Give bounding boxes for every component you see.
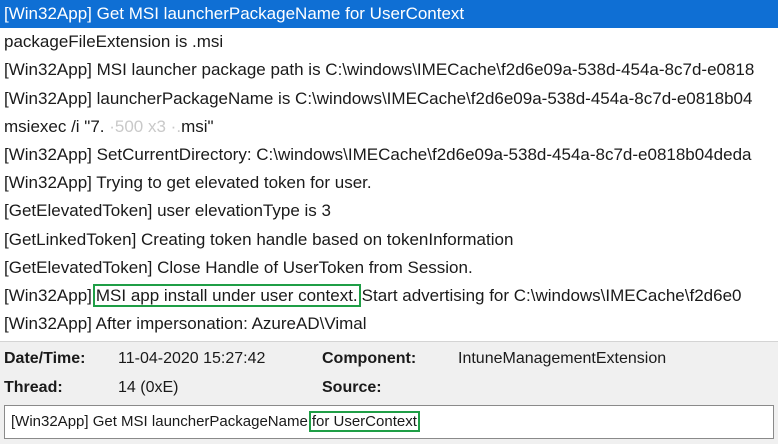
datetime-value: 11-04-2020 15:27:42 — [118, 350, 266, 367]
log-line-text-suffix: Start advertising for C:\windows\IMECach… — [361, 285, 742, 305]
component-value: IntuneManagementExtension — [458, 350, 667, 367]
log-line[interactable]: [Win32App] MSI app install under user con… — [0, 282, 778, 310]
log-line-text-suffix: msi" — [181, 116, 214, 136]
log-line-selected[interactable]: [Win32App] Get MSI launcherPackageName f… — [0, 0, 778, 29]
log-line-text: [GetLinkedToken] Creating token handle b… — [4, 229, 514, 249]
log-line[interactable]: [GetLinkedToken] Creating token handle b… — [0, 226, 778, 254]
log-line[interactable]: [GetElevatedToken] Close Handle of UserT… — [0, 254, 778, 282]
log-line-text: [Win32App] MSI launcher package path is … — [4, 60, 755, 80]
log-line-text: [GetElevatedToken] Close Handle of UserT… — [4, 257, 473, 277]
log-line[interactable]: [GetElevatedToken] user elevationType is… — [0, 197, 778, 225]
message-text: [Win32App] Get MSI launcherPackageName — [11, 413, 308, 430]
log-line[interactable]: msiexec /i "7. ·500 x3 ·.msi" — [0, 113, 778, 141]
log-list[interactable]: [Win32App] Get MSI launcherPackageName f… — [0, 0, 778, 341]
thread-value: 14 (0xE) — [118, 379, 179, 396]
thread-label: Thread: — [4, 379, 63, 396]
log-line-text: [Win32App] SetCurrentDirectory: C:\windo… — [4, 144, 752, 164]
log-line[interactable]: [Win32App] launcherPackageName is C:\win… — [0, 85, 778, 113]
highlight-box: for UserContext — [308, 411, 420, 432]
log-line[interactable]: packageFileExtension is .msi — [0, 28, 778, 56]
log-line[interactable]: [Win32App] SetCurrentDirectory: C:\windo… — [0, 141, 778, 169]
log-line-text-prefix: [Win32App] — [4, 285, 92, 305]
log-line[interactable]: [Win32App] MSI launcher package path is … — [0, 56, 778, 84]
component-label: Component: — [322, 350, 417, 367]
highlight-box: MSI app install under user context. — [92, 283, 361, 307]
log-line-text: [Win32App] launcherPackageName is C:\win… — [4, 88, 753, 108]
log-line[interactable]: [Win32App] Trying to get elevated token … — [0, 169, 778, 197]
datetime-label: Date/Time: — [4, 350, 86, 367]
log-line-text: [GetElevatedToken] user elevationType is… — [4, 201, 331, 221]
log-line-text: msiexec /i "7. — [4, 116, 105, 136]
log-line-text: [Win32App] After impersonation: AzureAD\… — [4, 314, 367, 334]
redacted-text: ·500 x3 ·. — [104, 116, 182, 136]
message-box[interactable]: [Win32App] Get MSI launcherPackageName fo… — [4, 405, 774, 439]
source-label: Source: — [322, 379, 382, 396]
log-line[interactable]: [Win32App] After impersonation: AzureAD\… — [0, 310, 778, 338]
log-line-text: [Win32App] Get MSI launcherPackageName f… — [4, 4, 465, 23]
log-line-text: [Win32App] Trying to get elevated token … — [4, 173, 372, 193]
log-line-text: packageFileExtension is .msi — [4, 32, 224, 52]
